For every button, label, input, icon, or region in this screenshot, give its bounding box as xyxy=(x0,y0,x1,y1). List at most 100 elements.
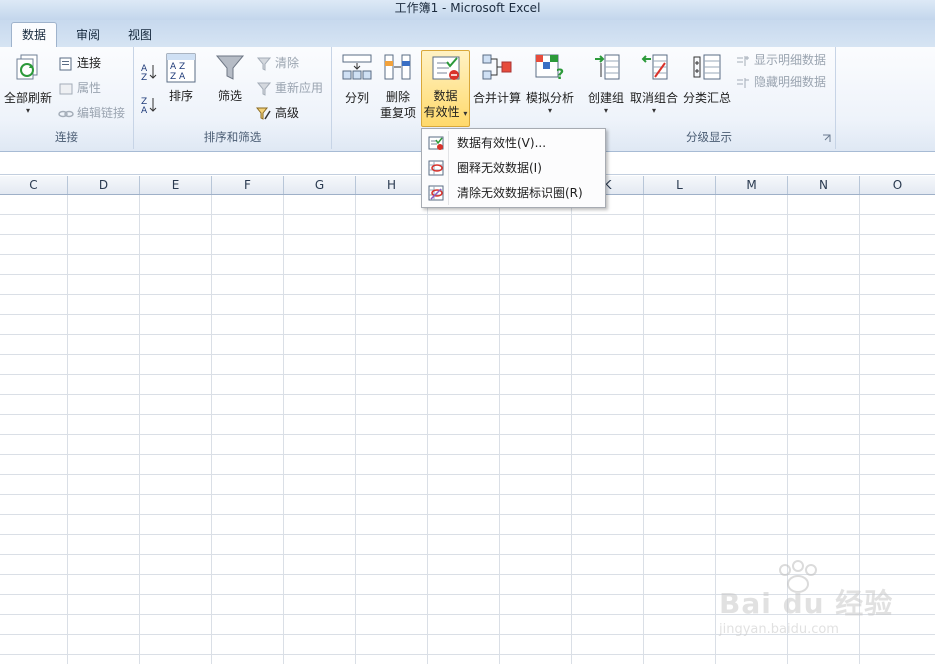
advanced-button[interactable]: 高级 xyxy=(256,103,299,123)
group-button[interactable]: 创建组 ▾ xyxy=(585,53,627,115)
column-header-f[interactable]: F xyxy=(212,176,284,194)
properties-label: 属性 xyxy=(77,81,102,95)
column-header-g[interactable]: G xyxy=(284,176,356,194)
ribbon-tab-bar: 数据 审阅 视图 xyxy=(0,20,935,48)
what-if-analysis-icon: ? xyxy=(535,54,564,81)
sort-ascending-icon: AZ xyxy=(141,64,157,82)
sort-dialog-icon: A ZZ A xyxy=(166,53,196,83)
filter-button[interactable]: 筛选 xyxy=(212,53,248,104)
remove-duplicates-icon xyxy=(384,54,411,80)
properties-button[interactable]: 属性 xyxy=(58,78,101,98)
consolidate-icon xyxy=(482,54,512,80)
svg-text:A: A xyxy=(141,106,148,115)
group-label: 创建组 xyxy=(587,91,624,105)
filter-label: 筛选 xyxy=(217,89,242,103)
column-header-d[interactable]: D xyxy=(68,176,140,194)
column-header-e[interactable]: E xyxy=(140,176,212,194)
column-header-o[interactable]: O xyxy=(860,176,935,194)
chevron-down-icon: ▾ xyxy=(547,106,552,115)
chevron-down-icon: ▾ xyxy=(463,109,468,118)
hide-detail-label: 隐藏明细数据 xyxy=(754,75,827,89)
advanced-filter-icon xyxy=(256,107,271,120)
refresh-all-button[interactable]: 全部刷新 ▾ xyxy=(4,53,52,115)
connections-button[interactable]: 连接 xyxy=(58,53,101,73)
advanced-label: 高级 xyxy=(275,106,300,120)
column-header-m[interactable]: M xyxy=(716,176,788,194)
what-if-button[interactable]: ? 模拟分析 ▾ xyxy=(524,53,576,115)
column-header-n[interactable]: N xyxy=(788,176,860,194)
title-bar: 工作簿1 - Microsoft Excel xyxy=(0,0,935,20)
text-to-columns-label: 分列 xyxy=(344,91,369,105)
subtotal-label: 分类汇总 xyxy=(682,91,731,105)
tab-view[interactable]: 视图 xyxy=(118,24,162,46)
menu-item-data-validation[interactable]: 数据有效性(V)... xyxy=(424,131,603,155)
clear-button[interactable]: 清除 xyxy=(256,53,299,73)
data-validation-icon xyxy=(428,136,444,150)
data-validation-label2: 有效性 xyxy=(423,105,460,119)
reapply-icon xyxy=(256,82,272,96)
menu-label-data-validation: 数据有效性(V)... xyxy=(457,136,547,150)
reapply-label: 重新应用 xyxy=(275,81,324,95)
edit-links-label: 编辑链接 xyxy=(77,106,126,120)
ungroup-label: 取消组合 xyxy=(629,91,678,105)
chevron-down-icon: ▾ xyxy=(25,106,30,115)
refresh-icon xyxy=(16,54,38,80)
text-to-columns-icon xyxy=(342,54,372,80)
svg-text:Z A: Z A xyxy=(170,72,186,82)
column-header-c[interactable]: C xyxy=(0,176,68,194)
clear-validation-circles-icon xyxy=(428,185,444,201)
group-label-connections: 连接 xyxy=(55,130,78,144)
window-title: 工作簿1 - Microsoft Excel xyxy=(394,1,541,15)
circle-invalid-data-icon xyxy=(428,160,444,176)
data-validation-icon xyxy=(432,56,459,80)
subtotal-button[interactable]: 分类汇总 xyxy=(681,53,733,106)
sort-descending-icon: ZA xyxy=(141,97,157,115)
group-outline: 创建组 ▾ 取消组合 ▾ 分类汇总 显示明细数据 隐藏明细数据 分级显示 xyxy=(583,47,836,149)
text-to-columns-button[interactable]: 分列 xyxy=(338,53,376,106)
menu-item-clear-circles[interactable]: 清除无效数据标识圈(R) xyxy=(424,181,603,205)
group-label-outline: 分级显示 xyxy=(686,130,732,144)
consolidate-label: 合并计算 xyxy=(472,91,521,105)
hide-detail-icon xyxy=(737,77,749,88)
data-validation-button[interactable]: 数据 有效性 ▾ xyxy=(421,50,470,127)
clear-filter-icon xyxy=(256,57,272,71)
remove-duplicates-label1: 删除 xyxy=(385,90,410,104)
watermark-url: jingyan.baidu.com xyxy=(719,622,839,637)
sort-asc-button[interactable]: AZ xyxy=(140,61,161,82)
refresh-all-label: 全部刷新 xyxy=(4,91,53,105)
svg-text:A Z: A Z xyxy=(170,62,185,72)
column-header-h[interactable]: H xyxy=(356,176,428,194)
what-if-label: 模拟分析 xyxy=(525,91,574,105)
menu-item-circle-invalid[interactable]: 圈释无效数据(I) xyxy=(424,156,603,180)
svg-text:?: ? xyxy=(556,67,564,81)
create-group-icon xyxy=(595,54,620,80)
connections-label: 连接 xyxy=(77,56,102,70)
sort-label: 排序 xyxy=(168,89,193,103)
column-header-l[interactable]: L xyxy=(644,176,716,194)
remove-duplicates-label2: 重复项 xyxy=(379,106,416,120)
baidu-watermark: Bai du 经验 jingyan.baidu.com xyxy=(715,560,895,650)
hide-detail-button[interactable]: 隐藏明细数据 xyxy=(735,72,826,92)
edit-links-button[interactable]: 编辑链接 xyxy=(58,103,125,123)
tab-data[interactable]: 数据 xyxy=(11,22,58,48)
consolidate-button[interactable]: 合并计算 xyxy=(471,53,523,106)
show-detail-label: 显示明细数据 xyxy=(754,53,827,67)
sort-button[interactable]: A ZZ A 排序 xyxy=(164,53,198,104)
menu-label-circle-invalid: 圈释无效数据(I) xyxy=(457,161,542,175)
svg-text:Z: Z xyxy=(141,73,147,82)
chevron-down-icon: ▾ xyxy=(603,106,608,115)
watermark-brand: Bai du 经验 xyxy=(719,587,894,620)
group-sort-filter: AZ ZA A ZZ A 排序 筛选 清除 重新应用 高级 排序和筛选 xyxy=(134,47,332,149)
data-validation-menu: 数据有效性(V)... 圈释无效数据(I) 清除无效数据标识圈(R) xyxy=(421,128,606,208)
ungroup-button[interactable]: 取消组合 ▾ xyxy=(629,53,679,115)
tab-review[interactable]: 审阅 xyxy=(66,24,110,46)
reapply-button[interactable]: 重新应用 xyxy=(256,78,323,98)
clear-label: 清除 xyxy=(275,56,300,70)
properties-icon xyxy=(59,83,73,94)
subtotal-icon xyxy=(693,54,721,80)
dialog-launcher-icon[interactable] xyxy=(822,134,831,143)
sort-desc-button[interactable]: ZA xyxy=(140,94,161,115)
show-detail-icon xyxy=(737,55,749,66)
show-detail-button[interactable]: 显示明细数据 xyxy=(735,50,826,70)
remove-duplicates-button[interactable]: 删除 重复项 xyxy=(378,53,418,121)
